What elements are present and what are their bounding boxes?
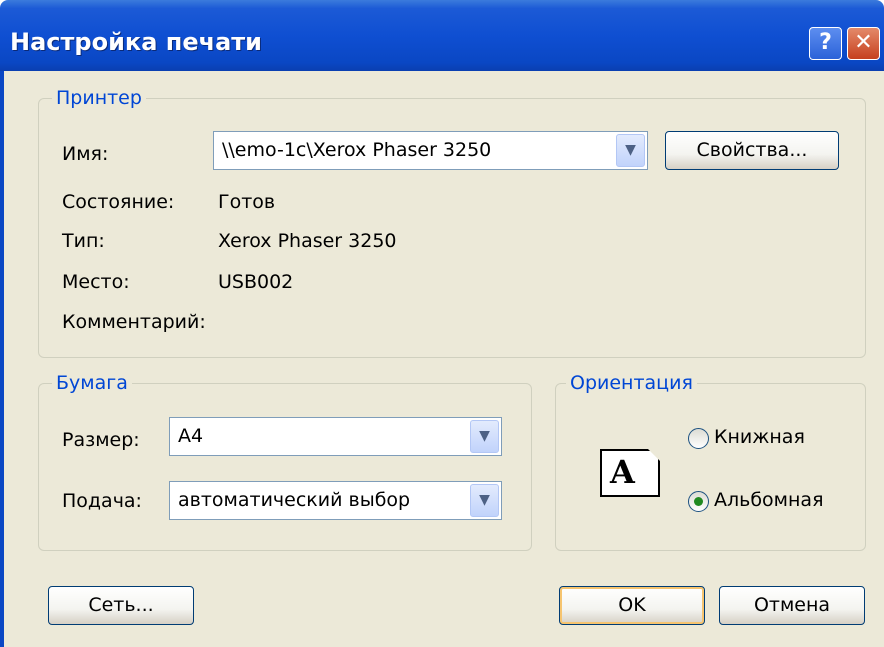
ok-button[interactable]: OK [559, 586, 705, 625]
paper-size-value: A4 [178, 425, 204, 447]
landscape-radio-label[interactable]: Альбомная [714, 489, 824, 511]
comment-label: Комментарий: [62, 311, 206, 333]
network-button[interactable]: Сеть... [48, 586, 194, 625]
page-fold-corner [648, 449, 660, 461]
printer-name-label: Имя: [62, 143, 109, 165]
where-label: Место: [62, 271, 130, 293]
title-bar[interactable]: Настройка печати ? ✕ [0, 0, 884, 71]
page-landscape-icon: A [600, 449, 660, 497]
status-label: Состояние: [62, 191, 175, 213]
chevron-down-icon[interactable]: ▼ [616, 134, 645, 167]
paper-size-label: Размер: [62, 429, 140, 451]
status-value: Готов [218, 191, 276, 213]
chevron-down-icon[interactable]: ▼ [470, 420, 499, 453]
chevron-down-icon[interactable]: ▼ [470, 484, 499, 517]
close-button[interactable]: ✕ [847, 27, 880, 60]
type-value: Xerox Phaser 3250 [218, 230, 397, 252]
type-label: Тип: [62, 230, 105, 252]
properties-button[interactable]: Свойства... [665, 131, 839, 170]
printer-name-value: \\emo-1c\Xerox Phaser 3250 [222, 139, 492, 161]
paper-source-combobox[interactable]: автоматический выбор ▼ [169, 481, 502, 520]
help-button[interactable]: ? [809, 27, 842, 60]
orientation-preview-letter: A [610, 453, 635, 491]
paper-group [38, 383, 532, 551]
portrait-radio-label[interactable]: Книжная [714, 426, 805, 448]
paper-source-label: Подача: [62, 490, 142, 512]
landscape-radio[interactable] [688, 491, 709, 512]
where-value: USB002 [218, 271, 294, 293]
dialog-title: Настройка печати [10, 28, 262, 56]
paper-source-value: автоматический выбор [178, 489, 411, 511]
paper-group-legend: Бумага [52, 372, 132, 394]
cancel-button[interactable]: Отмена [719, 586, 865, 625]
portrait-radio[interactable] [688, 428, 709, 449]
printer-name-combobox[interactable]: \\emo-1c\Xerox Phaser 3250 ▼ [213, 131, 648, 170]
orientation-group-legend: Ориентация [566, 372, 697, 394]
paper-size-combobox[interactable]: A4 ▼ [169, 417, 502, 456]
printer-group-legend: Принтер [52, 87, 146, 109]
